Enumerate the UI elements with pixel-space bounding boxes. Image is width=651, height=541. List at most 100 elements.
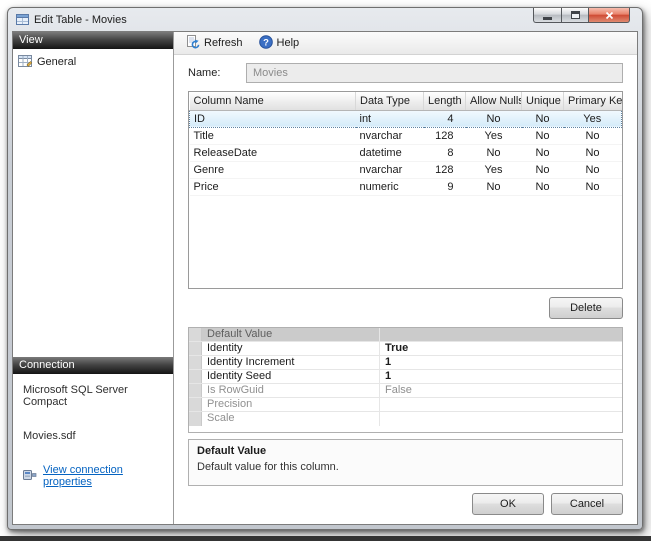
cell-name: Genre [190,161,356,178]
help-icon: ? [259,35,273,52]
cell-length: 128 [424,161,466,178]
cell-primary-key: No [564,127,622,144]
column-header-allow-nulls: Allow Nulls [466,92,522,110]
cell-length: 9 [424,178,466,195]
cell-primary-key: No [564,144,622,161]
caption-buttons [533,8,630,23]
property-row-default-value[interactable]: Default Value [189,328,622,342]
sidebar-item-general[interactable]: General [13,52,173,72]
cell-length: 4 [424,110,466,127]
cancel-button[interactable]: Cancel [551,493,623,515]
column-header-name: Column Name [190,92,356,110]
view-section-header: View [13,32,173,49]
ok-button[interactable]: OK [472,493,544,515]
screen-bottom-edge [0,536,651,541]
cell-unique: No [522,127,564,144]
property-row-is-rowguid[interactable]: Is RowGuid False [189,384,622,398]
property-label: Precision [202,398,380,411]
minimize-icon [543,17,552,20]
table-row-genre[interactable]: Genre nvarchar 128 Yes No No [190,161,622,178]
columns-table: Column Name Data Type Length Allow Nulls… [189,92,622,196]
column-header-primary-key: Primary Key [564,92,622,110]
refresh-button[interactable]: Refresh [179,32,250,55]
close-button[interactable] [588,8,630,23]
cell-allow-nulls: Yes [466,161,522,178]
property-label: Identity Increment [202,356,380,369]
table-row-releasedate[interactable]: ReleaseDate datetime 8 No No No [190,144,622,161]
table-row-title[interactable]: Title nvarchar 128 Yes No No [190,127,622,144]
connection-provider: Microsoft SQL Server Compact [23,384,163,408]
cell-unique: No [522,110,564,127]
property-value [380,398,622,411]
property-row-identity[interactable]: Identity True [189,342,622,356]
cell-unique: No [522,178,564,195]
property-value [380,328,622,341]
cell-unique: No [522,161,564,178]
name-row: Name: [188,63,623,83]
connection-section-header: Connection [13,357,173,374]
cell-length: 128 [424,127,466,144]
minimize-button[interactable] [533,8,561,23]
cell-allow-nulls: Yes [466,127,522,144]
property-value: False [380,384,622,397]
property-row-gutter [189,384,202,397]
help-button[interactable]: ? Help [252,32,307,55]
cell-name: ID [190,110,356,127]
cell-primary-key: No [564,178,622,195]
property-label: Is RowGuid [202,384,380,397]
property-label: Scale [202,412,380,426]
cell-allow-nulls: No [466,178,522,195]
connection-link-row: View connection properties [23,464,163,488]
property-row-precision[interactable]: Precision [189,398,622,412]
cell-name: ReleaseDate [190,144,356,161]
property-label: Identity Seed [202,370,380,383]
property-value: 1 [380,370,622,383]
dialog-client-area: View General Connection Microsoft SQL Se… [12,31,638,525]
property-value: 1 [380,356,622,369]
screenshot-background: Edit Table - Movies View General [0,0,651,541]
dialog-footer: OK Cancel [472,493,623,515]
database-file-name: Movies.sdf [23,430,163,442]
window-icon [16,14,29,25]
table-row-price[interactable]: Price numeric 9 No No No [190,178,622,195]
column-header-unique: Unique [522,92,564,110]
property-row-identity-seed[interactable]: Identity Seed 1 [189,370,622,384]
property-value: True [380,342,622,355]
property-row-gutter [189,370,202,383]
toolbar: Refresh ? Help [174,32,637,55]
cell-type: nvarchar [356,127,424,144]
property-description-text: Default value for this column. [197,461,614,473]
column-header-data-type: Data Type [356,92,424,110]
cell-primary-key: Yes [564,110,622,127]
table-row-id[interactable]: ID int 4 No No Yes [190,110,622,127]
maximize-button[interactable] [561,8,588,23]
sidebar-item-general-label: General [37,56,76,68]
edit-table-window: Edit Table - Movies View General [7,7,643,530]
property-label: Default Value [202,328,380,341]
columns-grid: Column Name Data Type Length Allow Nulls… [188,91,623,289]
main-content: Name: Column Name Data Type Length [174,55,637,524]
cell-type: numeric [356,178,424,195]
cell-type: datetime [356,144,424,161]
property-description-panel: Default Value Default value for this col… [188,439,623,486]
sidebar: View General Connection Microsoft SQL Se… [13,32,174,524]
property-row-scale[interactable]: Scale [189,412,622,426]
property-row-gutter [189,342,202,355]
view-connection-properties-link[interactable]: View connection properties [43,464,163,488]
maximize-icon [571,11,580,19]
window-title: Edit Table - Movies [34,14,127,26]
cell-type: int [356,110,424,127]
property-row-identity-increment[interactable]: Identity Increment 1 [189,356,622,370]
property-value [380,412,622,426]
cell-allow-nulls: No [466,144,522,161]
cell-unique: No [522,144,564,161]
svg-text:?: ? [263,37,269,48]
connection-panel: Microsoft SQL Server Compact Movies.sdf … [13,374,173,524]
cell-primary-key: No [564,161,622,178]
columns-header-row: Column Name Data Type Length Allow Nulls… [190,92,622,110]
view-list: General [13,49,173,357]
table-name-input [246,63,623,83]
close-icon [605,11,614,20]
cell-length: 8 [424,144,466,161]
delete-button[interactable]: Delete [549,297,623,319]
